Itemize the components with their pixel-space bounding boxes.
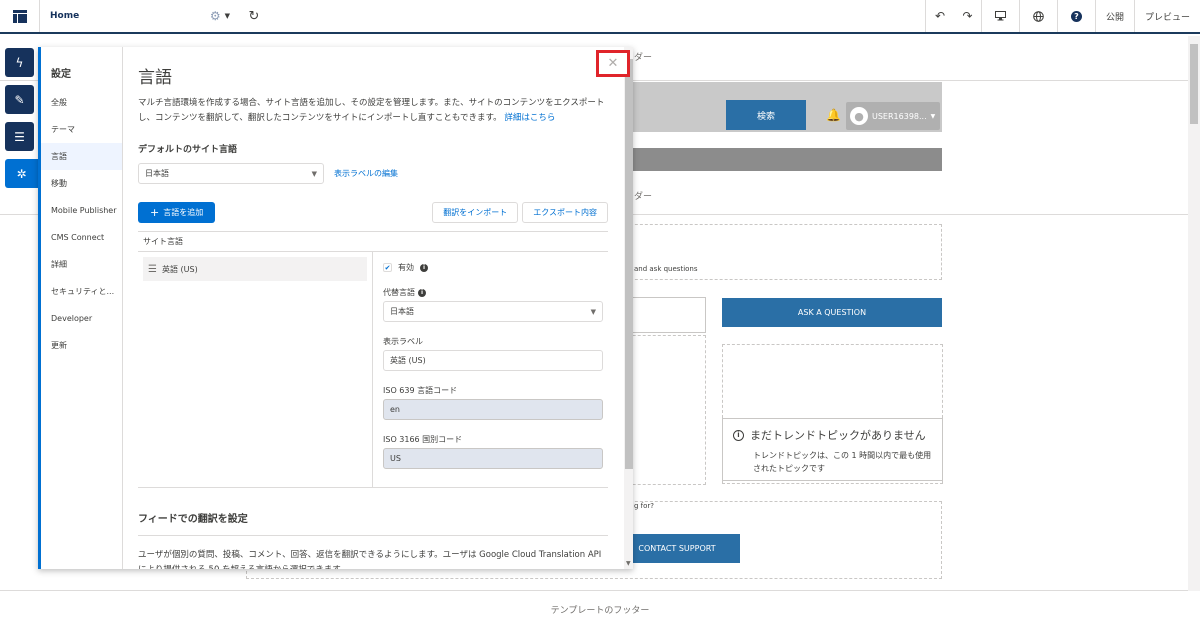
trend-title: まだトレンドトピックがありません (750, 429, 926, 442)
trend-body: トレンドトピックは、この 1 時間以内で最も使用されたトピックです (753, 451, 932, 473)
desktop-icon[interactable] (982, 0, 1020, 32)
chevron-down-icon: ▼ (930, 112, 936, 120)
template-footer: テンプレートのフッター (0, 590, 1200, 627)
site-languages-table: ☰ 英語 (US) ✔ 有効 i 代替言語 i 日本語 ▼ 表示ラベル 英語 (… (138, 252, 608, 488)
preview-button[interactable]: プレビュー (1135, 0, 1200, 32)
languages-description: マルチ言語環境を作成する場合、サイト言語を追加し、その設定を管理します。また、サ… (138, 96, 608, 126)
canvas-scrollbar[interactable] (1188, 36, 1200, 591)
chevron-down-icon: ▼ (311, 169, 317, 178)
display-label-input[interactable]: 英語 (US) (383, 350, 603, 371)
settings-nav: 設定 全般 テーマ 言語 移動 Mobile Publisher CMS Con… (41, 47, 123, 569)
lightning-icon[interactable]: ϟ (5, 48, 34, 77)
active-checkbox[interactable]: ✔ (383, 263, 392, 272)
brush-icon[interactable]: ✎ (5, 85, 34, 114)
nav-item-mobile-publisher[interactable]: Mobile Publisher (41, 197, 122, 224)
header-label: ダー (634, 192, 653, 202)
default-language-label: デフォルトのサイト言語 (138, 145, 238, 155)
scroll-down-icon[interactable]: ▼ (626, 560, 631, 567)
left-rail: ϟ ✎ ☰ ✲ (5, 48, 38, 196)
default-language-value: 日本語 (145, 169, 169, 178)
default-language-row: 日本語 ▼ 表示ラベルの編集 (138, 163, 608, 184)
header-label: ダー (634, 53, 653, 63)
feed-translation-description: ユーザが個別の質問、投稿、コメント、回答、返信を翻訳できるようにします。ユーザは… (138, 550, 602, 569)
language-list: ☰ 英語 (US) (138, 252, 373, 487)
page-selector[interactable]: Home ⚙ ▼ (40, 0, 240, 32)
fallback-language-label: 代替言語 (383, 288, 415, 297)
scroll-thumb[interactable] (1190, 44, 1198, 124)
panel-scrollbar[interactable]: ▼ (624, 47, 633, 569)
trend-title-row: i まだトレンドトピックがありません (733, 427, 932, 443)
user-menu[interactable]: ● USER16398... ▼ (846, 102, 940, 130)
redo-icon[interactable]: ↷ (954, 0, 982, 32)
fallback-language-value: 日本語 (390, 307, 414, 316)
page-title: 言語 (138, 68, 172, 88)
nav-item-developer[interactable]: Developer (41, 305, 122, 332)
language-actions-row: + 言語を追加 翻訳をインポート エクスポート内容 (138, 202, 608, 223)
settings-nav-title: 設定 (51, 69, 71, 80)
add-language-button[interactable]: + 言語を追加 (138, 202, 216, 223)
export-content-button[interactable]: エクスポート内容 (522, 202, 608, 223)
display-label-label: 表示ラベル (383, 337, 423, 346)
chevron-down-icon: ▼ (590, 307, 596, 316)
refresh-icon[interactable]: ↻ (240, 0, 268, 32)
default-language-select[interactable]: 日本語 ▼ (138, 163, 324, 184)
trending-topics-empty: i まだトレンドトピックがありません トレンドトピックは、この 1 時間以内で最… (722, 418, 943, 481)
settings-content: 言語 マルチ言語環境を作成する場合、サイト言語を追加し、その設定を管理します。ま… (123, 47, 623, 569)
user-name: USER16398... (872, 111, 927, 121)
nav-item-navigation[interactable]: 移動 (41, 170, 122, 197)
import-translation-button[interactable]: 翻訳をインポート (432, 202, 519, 223)
drag-handle-icon[interactable]: ☰ (148, 264, 157, 275)
add-language-label: 言語を追加 (163, 208, 204, 217)
help-icon[interactable]: ? (1058, 0, 1096, 32)
gear-icon[interactable]: ⚙ (210, 9, 221, 23)
page-name: Home (50, 11, 80, 21)
avatar: ● (850, 107, 868, 125)
nav-item-theme[interactable]: テーマ (41, 116, 122, 143)
info-icon[interactable]: i (420, 263, 428, 272)
feed-translation-heading: フィードでの翻訳を設定 (138, 510, 608, 536)
contact-text: g for? (634, 502, 655, 510)
learn-more-link[interactable]: 詳細はこちら (504, 113, 555, 123)
settings-icon[interactable]: ✲ (5, 159, 38, 188)
settings-panel: 設定 全般 テーマ 言語 移動 Mobile Publisher CMS Con… (38, 47, 633, 569)
nav-item-languages[interactable]: 言語 (41, 143, 122, 170)
iso3166-label: ISO 3166 国別コード (383, 435, 463, 444)
nav-item-advanced[interactable]: 詳細 (41, 251, 122, 278)
language-item[interactable]: ☰ 英語 (US) (143, 257, 367, 281)
plus-icon: + (150, 206, 160, 219)
close-icon[interactable]: ✕ (596, 50, 630, 77)
iso639-input: en (383, 399, 603, 420)
toolbar-spacer (268, 0, 926, 32)
active-row: ✔ 有効 i (383, 262, 603, 273)
list-icon[interactable]: ☰ (5, 122, 34, 151)
iso639-label: ISO 639 言語コード (383, 386, 458, 395)
active-label: 有効 (398, 263, 414, 272)
ask-question-button[interactable]: ASK A QUESTION (722, 298, 942, 327)
site-languages-header: サイト言語 (138, 231, 608, 252)
edit-display-label-link[interactable]: 表示ラベルの編集 (334, 168, 398, 179)
undo-icon[interactable]: ↶ (926, 0, 954, 32)
top-toolbar: Home ⚙ ▼ ↻ ↶ ↷ ? 公開 プレビュー (0, 0, 1200, 34)
panel-scroll-thumb[interactable] (625, 59, 633, 469)
nav-item-general[interactable]: 全般 (41, 89, 122, 116)
language-item-label: 英語 (US) (161, 264, 198, 274)
globe-icon[interactable] (1020, 0, 1058, 32)
info-icon: i (733, 429, 744, 441)
iso3166-input: US (383, 448, 603, 469)
fallback-language-label-row: 代替言語 i (383, 287, 603, 298)
info-icon[interactable]: i (418, 288, 426, 297)
nav-item-security[interactable]: セキュリティと... (41, 278, 122, 305)
nav-item-cms-connect[interactable]: CMS Connect (41, 224, 122, 251)
hero-text: and ask questions (634, 265, 698, 273)
nav-item-updates[interactable]: 更新 (41, 332, 122, 359)
bell-icon[interactable]: 🔔 (826, 108, 841, 122)
chevron-down-icon[interactable]: ▼ (225, 12, 230, 20)
fallback-language-select[interactable]: 日本語 ▼ (383, 301, 603, 322)
layout-icon[interactable] (0, 0, 40, 32)
language-details: ✔ 有効 i 代替言語 i 日本語 ▼ 表示ラベル 英語 (US) ISO 63… (373, 252, 608, 487)
search-button[interactable]: 検索 (726, 100, 806, 130)
publish-button[interactable]: 公開 (1096, 0, 1135, 32)
